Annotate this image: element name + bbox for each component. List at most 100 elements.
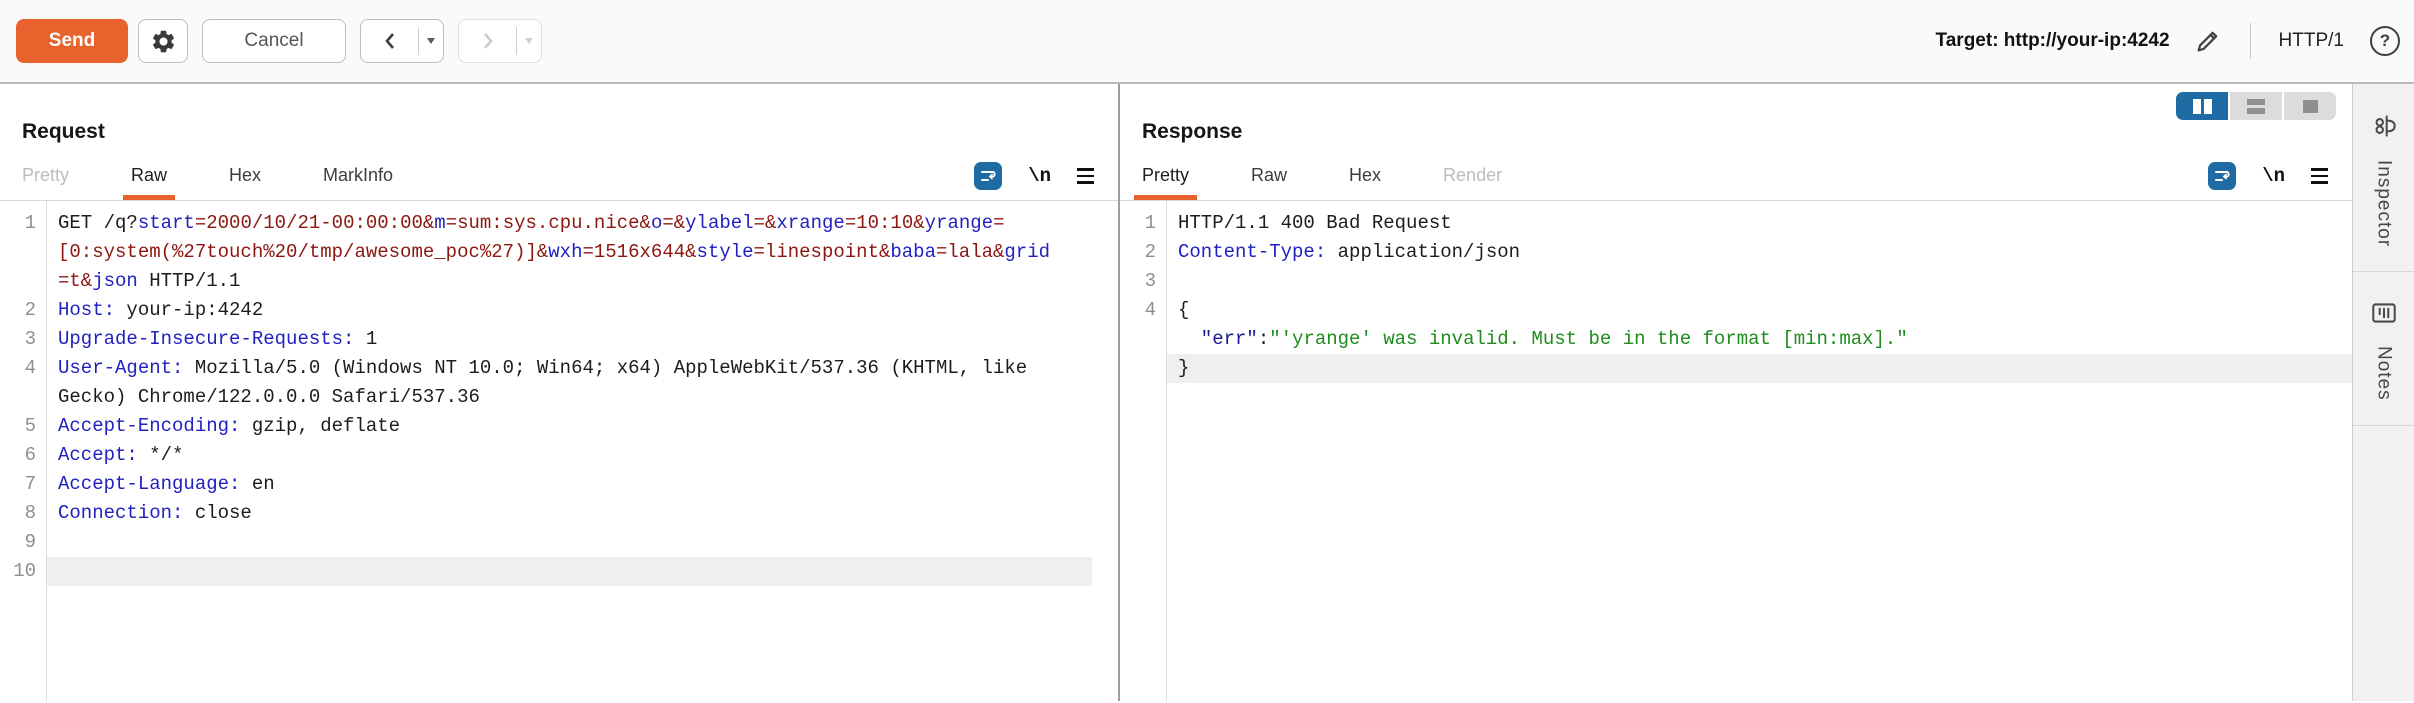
line-number: 7 [0, 470, 46, 499]
editor-line[interactable]: =t&json HTTP/1.1 [0, 267, 1092, 296]
layout-rows-button[interactable] [2230, 92, 2282, 120]
editor-line[interactable]: 10 [0, 557, 1092, 586]
divider [2250, 23, 2251, 59]
code-text: GET /q?start=2000/10/21-00:00:00&m=sum:s… [46, 209, 1092, 238]
response-title: Response [1120, 120, 2352, 144]
line-number: 3 [0, 325, 46, 354]
show-newlines-toggle[interactable]: \n [2262, 165, 2285, 187]
gutter-divider [1166, 201, 1167, 701]
http-version-selector[interactable]: HTTP/1 [2279, 30, 2344, 52]
rows-layout-icon [2247, 99, 2265, 114]
tab-render: Render [1443, 165, 1502, 200]
line-number: 2 [1120, 238, 1166, 267]
editor-line[interactable]: 6Accept: */* [0, 441, 1092, 470]
editor-line[interactable]: 8Connection: close [0, 499, 1092, 528]
main-area: Request Pretty Raw Hex MarkInfo \n [0, 84, 2414, 701]
tab-raw[interactable]: Raw [131, 165, 167, 200]
editor-line[interactable]: Gecko) Chrome/122.0.0.0 Safari/537.36 [0, 383, 1092, 412]
code-text: { [1166, 296, 2352, 325]
code-text: Accept-Encoding: gzip, deflate [46, 412, 1092, 441]
columns-layout-icon [2193, 99, 2212, 114]
gear-icon [150, 28, 177, 55]
editor-menu-icon[interactable] [1077, 168, 1094, 184]
editor-line[interactable]: [0:system(%27touch%20/tmp/awesome_poc%27… [0, 238, 1092, 267]
sidebar-tab-notes[interactable]: Notes [2353, 272, 2414, 426]
sidebar-tab-label: Notes [2373, 346, 2395, 401]
gutter-divider [46, 201, 47, 701]
line-number [1120, 325, 1166, 354]
send-button[interactable]: Send [16, 19, 128, 63]
single-layout-icon [2303, 100, 2318, 113]
line-number [0, 267, 46, 296]
line-number [0, 383, 46, 412]
code-text: User-Agent: Mozilla/5.0 (Windows NT 10.0… [46, 354, 1092, 383]
editor-line[interactable]: 9 [0, 528, 1092, 557]
line-number: 8 [0, 499, 46, 528]
editor-line[interactable]: 7Accept-Language: en [0, 470, 1092, 499]
chevron-right-icon [459, 20, 516, 62]
sidebar-tab-inspector[interactable]: Inspector [2353, 84, 2414, 272]
layout-toggle-group [2176, 92, 2336, 120]
editor-line[interactable]: } [1120, 354, 2352, 383]
back-button[interactable] [360, 19, 444, 63]
editor-line[interactable]: 3 [1120, 267, 2352, 296]
code-text: Connection: close [46, 499, 1092, 528]
editor-line[interactable]: 2Host: your-ip:4242 [0, 296, 1092, 325]
editor-line[interactable]: 3Upgrade-Insecure-Requests: 1 [0, 325, 1092, 354]
line-number: 4 [1120, 296, 1166, 325]
code-text: =t&json HTTP/1.1 [46, 267, 1092, 296]
line-number [1120, 354, 1166, 383]
request-editor[interactable]: 1GET /q?start=2000/10/21-00:00:00&m=sum:… [0, 201, 1118, 701]
line-number: 2 [0, 296, 46, 325]
editor-line[interactable]: 4{ [1120, 296, 2352, 325]
tab-markinfo[interactable]: MarkInfo [323, 165, 393, 200]
response-header: Response Pretty Raw Hex Render \n [1120, 84, 2352, 201]
word-wrap-toggle[interactable] [974, 162, 1002, 190]
right-sidebar: Inspector Notes [2352, 84, 2414, 701]
request-panel: Request PrettyRawHexMarkInfo \n [0, 84, 1120, 701]
editor-line[interactable]: "err":"'yrange' was invalid. Must be in … [1120, 325, 2352, 354]
request-title: Request [0, 120, 1118, 144]
tab-pretty[interactable]: Pretty [1142, 165, 1189, 200]
cancel-button[interactable]: Cancel [202, 19, 346, 63]
pencil-icon [2194, 27, 2222, 55]
request-header: Request PrettyRawHexMarkInfo \n [0, 84, 1118, 201]
code-text: [0:system(%27touch%20/tmp/awesome_poc%27… [46, 238, 1092, 267]
editor-line[interactable]: 5Accept-Encoding: gzip, deflate [0, 412, 1092, 441]
wrap-icon [2213, 167, 2231, 185]
response-tabs: Pretty Raw Hex Render [1120, 165, 2208, 200]
line-number: 9 [0, 528, 46, 557]
layout-single-button[interactable] [2284, 92, 2336, 120]
tab-raw[interactable]: Raw [1251, 165, 1287, 200]
response-panel: Response Pretty Raw Hex Render \n [1120, 84, 2352, 701]
forward-history-dropdown [517, 20, 541, 62]
editor-line[interactable]: 1GET /q?start=2000/10/21-00:00:00&m=sum:… [0, 209, 1092, 238]
word-wrap-toggle[interactable] [2208, 162, 2236, 190]
code-text: Gecko) Chrome/122.0.0.0 Safari/537.36 [46, 383, 1092, 412]
tab-hex[interactable]: Hex [1349, 165, 1381, 200]
show-newlines-toggle[interactable]: \n [1028, 165, 1051, 187]
editor-line[interactable]: 1HTTP/1.1 400 Bad Request [1120, 209, 2352, 238]
detective-icon [2368, 110, 2400, 160]
line-number: 4 [0, 354, 46, 383]
line-number: 6 [0, 441, 46, 470]
tab-hex[interactable]: Hex [229, 165, 261, 200]
help-button[interactable]: ? [2370, 26, 2400, 56]
editor-line[interactable]: 2Content-Type: application/json [1120, 238, 2352, 267]
send-settings-button[interactable] [138, 19, 188, 63]
repeater-toolbar: Send Cancel Target: http://your-ip:4242 [0, 0, 2414, 84]
back-history-dropdown[interactable] [419, 20, 443, 62]
code-text: Accept-Language: en [46, 470, 1092, 499]
editor-menu-icon[interactable] [2311, 168, 2328, 184]
line-number: 1 [1120, 209, 1166, 238]
editor-line[interactable]: 4User-Agent: Mozilla/5.0 (Windows NT 10.… [0, 354, 1092, 383]
edit-target-button[interactable] [2194, 27, 2222, 55]
response-editor[interactable]: 1HTTP/1.1 400 Bad Request2Content-Type: … [1120, 201, 2352, 701]
code-text [46, 557, 1092, 586]
code-text: Host: your-ip:4242 [46, 296, 1092, 325]
code-text: "err":"'yrange' was invalid. Must be in … [1166, 325, 2352, 354]
layout-columns-button[interactable] [2176, 92, 2228, 120]
forward-button [458, 19, 542, 63]
sidebar-tab-label: Inspector [2373, 160, 2395, 247]
code-text: Content-Type: application/json [1166, 238, 2352, 267]
